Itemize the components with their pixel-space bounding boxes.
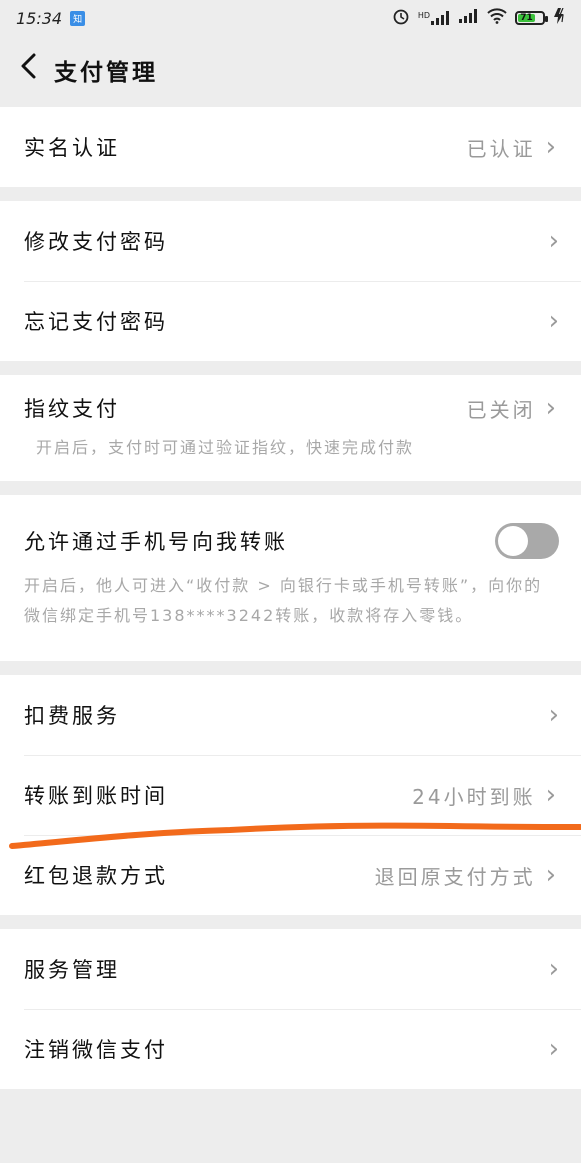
row-top: 指纹支付 已关闭 › <box>24 393 559 423</box>
chevron-right-icon: › <box>545 780 559 810</box>
row-deregister-pay[interactable]: 注销微信支付 › <box>0 1009 581 1089</box>
row-value: 退回原支付方式 <box>374 864 536 889</box>
row-right: 退回原支付方式 › <box>375 861 559 890</box>
row-right: 已关闭 › <box>467 394 559 423</box>
status-bar: 15:34 知 HD 71 <box>0 0 581 36</box>
row-right: 24小时到账 › <box>412 781 559 810</box>
nav-bar: 支付管理 <box>0 36 581 104</box>
row-red-packet-refund[interactable]: 红包退款方式 退回原支付方式 › <box>0 835 581 915</box>
row-real-name[interactable]: 实名认证 已认证 › <box>0 107 581 187</box>
row-forgot-password[interactable]: 忘记支付密码 › <box>0 281 581 361</box>
row-phone-transfer: 允许通过手机号向我转账 开启后，他人可进入“收付款 > 向银行卡或手机号转账”，… <box>0 495 581 661</box>
row-label: 注销微信支付 <box>24 1038 168 1062</box>
chevron-right-icon: › <box>545 132 559 162</box>
group-password: 修改支付密码 › 忘记支付密码 › <box>0 201 581 361</box>
row-label: 实名认证 <box>24 136 120 160</box>
group-phone-transfer: 允许通过手机号向我转账 开启后，他人可进入“收付款 > 向银行卡或手机号转账”，… <box>0 495 581 661</box>
status-right: HD 71 <box>392 7 567 29</box>
group-services: 扣费服务 › 转账到账时间 24小时到账 › 红包退款方式 退回原支付方式 › <box>0 675 581 915</box>
row-deduction-service[interactable]: 扣费服务 › <box>0 675 581 755</box>
phone-transfer-toggle[interactable] <box>495 523 559 559</box>
hd-signal-icon: HD <box>418 11 451 25</box>
row-right: 已认证 › <box>467 133 559 162</box>
chevron-right-icon: › <box>545 860 559 890</box>
row-value: 已关闭 <box>466 397 536 422</box>
row-description: 开启后，支付时可通过验证指纹，快速完成付款 <box>36 438 415 457</box>
group-fingerprint: 指纹支付 已关闭 › 开启后，支付时可通过验证指纹，快速完成付款 <box>0 375 581 481</box>
row-value: 24小时到账 <box>412 784 536 809</box>
signal-icon <box>459 9 479 27</box>
row-label: 红包退款方式 <box>24 864 168 888</box>
row-label: 修改支付密码 <box>24 230 168 254</box>
page-title: 支付管理 <box>54 60 158 86</box>
alarm-icon <box>392 7 410 29</box>
row-label: 指纹支付 <box>24 397 120 421</box>
status-time: 15:34 <box>16 8 63 28</box>
row-label: 服务管理 <box>24 958 120 982</box>
back-button[interactable] <box>18 52 54 88</box>
chevron-right-icon: › <box>545 393 559 423</box>
row-description: 开启后，他人可进入“收付款 > 向银行卡或手机号转账”，向你的微信绑定手机号13… <box>24 576 543 625</box>
chevron-right-icon: › <box>548 700 559 730</box>
row-top: 允许通过手机号向我转账 <box>24 523 559 559</box>
chevron-right-icon: › <box>548 226 559 256</box>
row-label: 转账到账时间 <box>24 784 168 808</box>
charging-icon <box>553 7 567 28</box>
row-transfer-time[interactable]: 转账到账时间 24小时到账 › <box>0 755 581 835</box>
battery-icon: 71 <box>515 11 548 25</box>
chevron-right-icon: › <box>548 306 559 336</box>
group-identity: 实名认证 已认证 › <box>0 107 581 187</box>
chevron-right-icon: › <box>548 1034 559 1064</box>
row-change-password[interactable]: 修改支付密码 › <box>0 201 581 281</box>
row-label: 扣费服务 <box>24 704 120 728</box>
row-label: 忘记支付密码 <box>24 310 168 334</box>
chevron-right-icon: › <box>548 954 559 984</box>
row-value: 已认证 <box>466 136 536 161</box>
group-management: 服务管理 › 注销微信支付 › <box>0 929 581 1089</box>
row-fingerprint-pay[interactable]: 指纹支付 已关闭 › 开启后，支付时可通过验证指纹，快速完成付款 <box>0 375 581 481</box>
toggle-knob <box>498 526 528 556</box>
wifi-icon <box>487 8 507 28</box>
chevron-left-icon <box>21 53 36 79</box>
row-label: 允许通过手机号向我转账 <box>24 530 288 554</box>
app-notification-icon: 知 <box>70 10 86 26</box>
status-left: 15:34 知 <box>16 8 86 28</box>
row-service-management[interactable]: 服务管理 › <box>0 929 581 1009</box>
